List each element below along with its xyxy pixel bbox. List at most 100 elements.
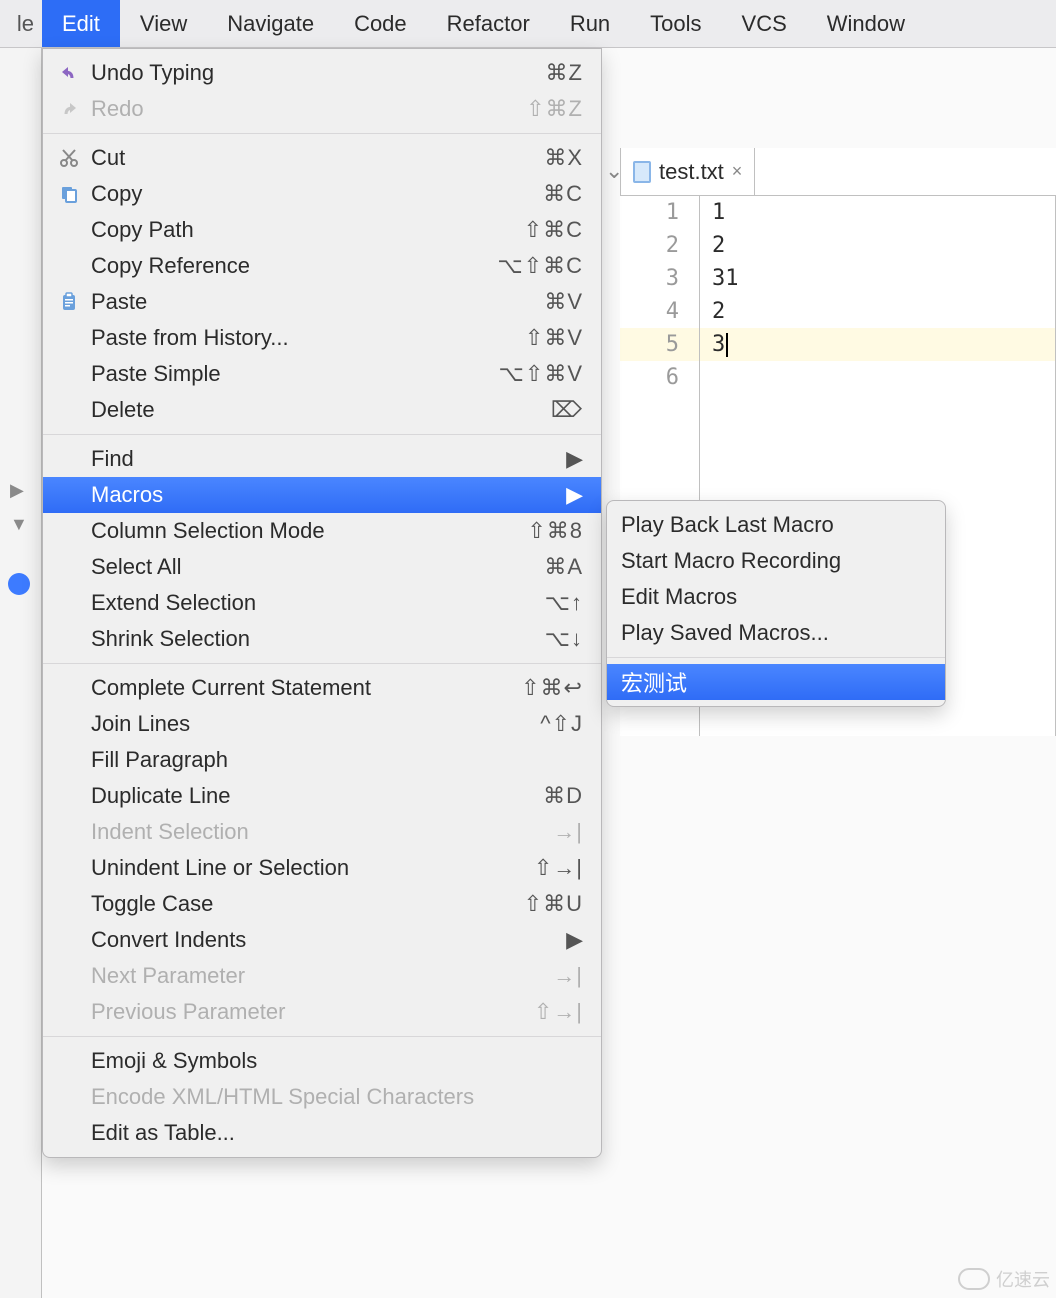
menu-item-label: Complete Current Statement xyxy=(91,675,511,701)
menu-separator xyxy=(43,1036,601,1037)
editor-tab[interactable]: test.txt × xyxy=(620,148,755,195)
menu-item-shortcut: ⌘A xyxy=(544,554,583,580)
menu-item-label: Copy Reference xyxy=(91,253,487,279)
tree-collapsed-icon: ▶ xyxy=(10,480,24,501)
code-line[interactable]: 1 xyxy=(700,196,1055,229)
menu-item-label: Emoji & Symbols xyxy=(91,1048,583,1074)
menubar-item-navigate[interactable]: Navigate xyxy=(207,0,334,47)
menu-item-shortcut: ⇧⌘C xyxy=(524,217,583,243)
menu-item-label: Edit as Table... xyxy=(91,1120,583,1146)
menu-item[interactable]: Paste ⌘V xyxy=(43,284,601,320)
menu-item[interactable]: Column Selection Mode ⇧⌘8 xyxy=(43,513,601,549)
menu-item-label: Copy Path xyxy=(91,217,514,243)
code-line[interactable]: 2 xyxy=(700,295,1055,328)
menu-item[interactable]: 宏测试 xyxy=(607,664,945,700)
menu-item-shortcut: ⇧⌘V xyxy=(525,325,583,351)
menu-item[interactable]: Cut⌘X xyxy=(43,140,601,176)
menu-item[interactable]: Select All ⌘A xyxy=(43,549,601,585)
menu-item[interactable]: Undo Typing⌘Z xyxy=(43,55,601,91)
line-number: 2 xyxy=(620,229,699,262)
text-cursor xyxy=(726,333,728,357)
menu-item-shortcut: ⌘D xyxy=(543,783,583,809)
menu-item[interactable]: Convert Indents▶ xyxy=(43,922,601,958)
menu-item[interactable]: Extend Selection⌥↑ xyxy=(43,585,601,621)
undo-icon xyxy=(57,64,81,82)
run-indicator-icon xyxy=(8,573,30,595)
copy-icon xyxy=(57,184,81,204)
menu-item-label: 宏测试 xyxy=(621,666,927,698)
menu-item[interactable]: Start Macro Recording xyxy=(607,543,945,579)
menubar-item-view[interactable]: View xyxy=(120,0,207,47)
menu-separator xyxy=(43,434,601,435)
menu-item-shortcut: ⇧⌘8 xyxy=(527,518,583,544)
menubar-item-window[interactable]: Window xyxy=(807,0,925,47)
cloud-icon xyxy=(958,1268,990,1290)
menu-item-shortcut: ⇧⌘Z xyxy=(526,96,583,122)
menu-item[interactable]: Fill Paragraph xyxy=(43,742,601,778)
menubar-item-vcs[interactable]: VCS xyxy=(722,0,807,47)
menu-item[interactable]: Delete ⌦ xyxy=(43,392,601,428)
menu-item[interactable]: Edit Macros xyxy=(607,579,945,615)
menu-item[interactable]: Toggle Case⇧⌘U xyxy=(43,886,601,922)
watermark: 亿速云 xyxy=(958,1266,1050,1292)
menu-item[interactable]: Play Saved Macros... xyxy=(607,615,945,651)
menubar-item-refactor[interactable]: Refactor xyxy=(427,0,550,47)
menu-item-label: Column Selection Mode xyxy=(91,518,517,544)
code-line[interactable]: 3 xyxy=(700,328,1055,361)
menu-item[interactable]: Copy Path ⇧⌘C xyxy=(43,212,601,248)
close-tab-icon[interactable]: × xyxy=(732,161,743,182)
line-number: 3 xyxy=(620,262,699,295)
menu-item[interactable]: Edit as Table... xyxy=(43,1115,601,1151)
menu-item-shortcut: ⌥⇧⌘V xyxy=(499,361,583,387)
menu-item-label: Select All xyxy=(91,554,534,580)
menu-item[interactable]: Copy⌘C xyxy=(43,176,601,212)
code-line[interactable] xyxy=(700,361,1055,394)
menu-item-shortcut: ⌥↑ xyxy=(545,590,583,616)
menu-item[interactable]: Emoji & Symbols xyxy=(43,1043,601,1079)
editor-tab-label: test.txt xyxy=(659,159,724,185)
menu-item: Encode XML/HTML Special Characters xyxy=(43,1079,601,1115)
menu-item-label: Next Parameter xyxy=(91,963,543,989)
menu-item-label: Duplicate Line xyxy=(91,783,533,809)
menu-item[interactable]: Find▶ xyxy=(43,441,601,477)
menu-item[interactable]: Duplicate Line ⌘D xyxy=(43,778,601,814)
menu-item[interactable]: Shrink Selection⌥↓ xyxy=(43,621,601,657)
menu-item-label: Paste from History... xyxy=(91,325,515,351)
menu-item-label: Delete xyxy=(91,397,541,423)
macros-submenu: Play Back Last MacroStart Macro Recordin… xyxy=(606,500,946,707)
menu-item: Redo ⇧⌘Z xyxy=(43,91,601,127)
menu-item-label: Undo Typing xyxy=(91,60,536,86)
menubar-item-run[interactable]: Run xyxy=(550,0,630,47)
cut-icon xyxy=(57,148,81,168)
menubar-item-edit[interactable]: Edit xyxy=(42,0,120,47)
line-number: 5 xyxy=(620,328,699,361)
menu-item-shortcut: ⇧→| xyxy=(534,999,583,1025)
menu-item[interactable]: Paste from History... ⇧⌘V xyxy=(43,320,601,356)
line-number: 6 xyxy=(620,361,699,394)
menu-item-label: Edit Macros xyxy=(621,584,927,610)
menu-item-label: Paste xyxy=(91,289,534,315)
menu-item-shortcut: ⌘V xyxy=(544,289,583,315)
menu-item[interactable]: Copy Reference⌥⇧⌘C xyxy=(43,248,601,284)
code-line[interactable]: 31 xyxy=(700,262,1055,295)
paste-icon xyxy=(57,292,81,312)
menu-item[interactable]: Join Lines^⇧J xyxy=(43,706,601,742)
line-number: 1 xyxy=(620,196,699,229)
project-toolwindow-gutter[interactable]: ▶ ▼ xyxy=(0,48,42,1298)
submenu-arrow-icon: ▶ xyxy=(566,482,583,508)
menu-separator xyxy=(607,657,945,658)
menu-item-label: Play Saved Macros... xyxy=(621,620,927,646)
menu-item-label: Redo xyxy=(91,96,516,122)
submenu-arrow-icon: ▶ xyxy=(566,927,583,953)
menubar-item-code[interactable]: Code xyxy=(334,0,427,47)
menu-item[interactable]: Macros▶ xyxy=(43,477,601,513)
menu-item-label: Copy xyxy=(91,181,533,207)
menu-separator xyxy=(43,133,601,134)
menubar-item-tools[interactable]: Tools xyxy=(630,0,721,47)
menu-item-shortcut: ⌦ xyxy=(551,397,583,423)
menu-item[interactable]: Complete Current Statement⇧⌘↩ xyxy=(43,670,601,706)
code-line[interactable]: 2 xyxy=(700,229,1055,262)
menu-item[interactable]: Play Back Last Macro xyxy=(607,507,945,543)
menu-item[interactable]: Paste Simple⌥⇧⌘V xyxy=(43,356,601,392)
menu-item[interactable]: Unindent Line or Selection⇧→| xyxy=(43,850,601,886)
